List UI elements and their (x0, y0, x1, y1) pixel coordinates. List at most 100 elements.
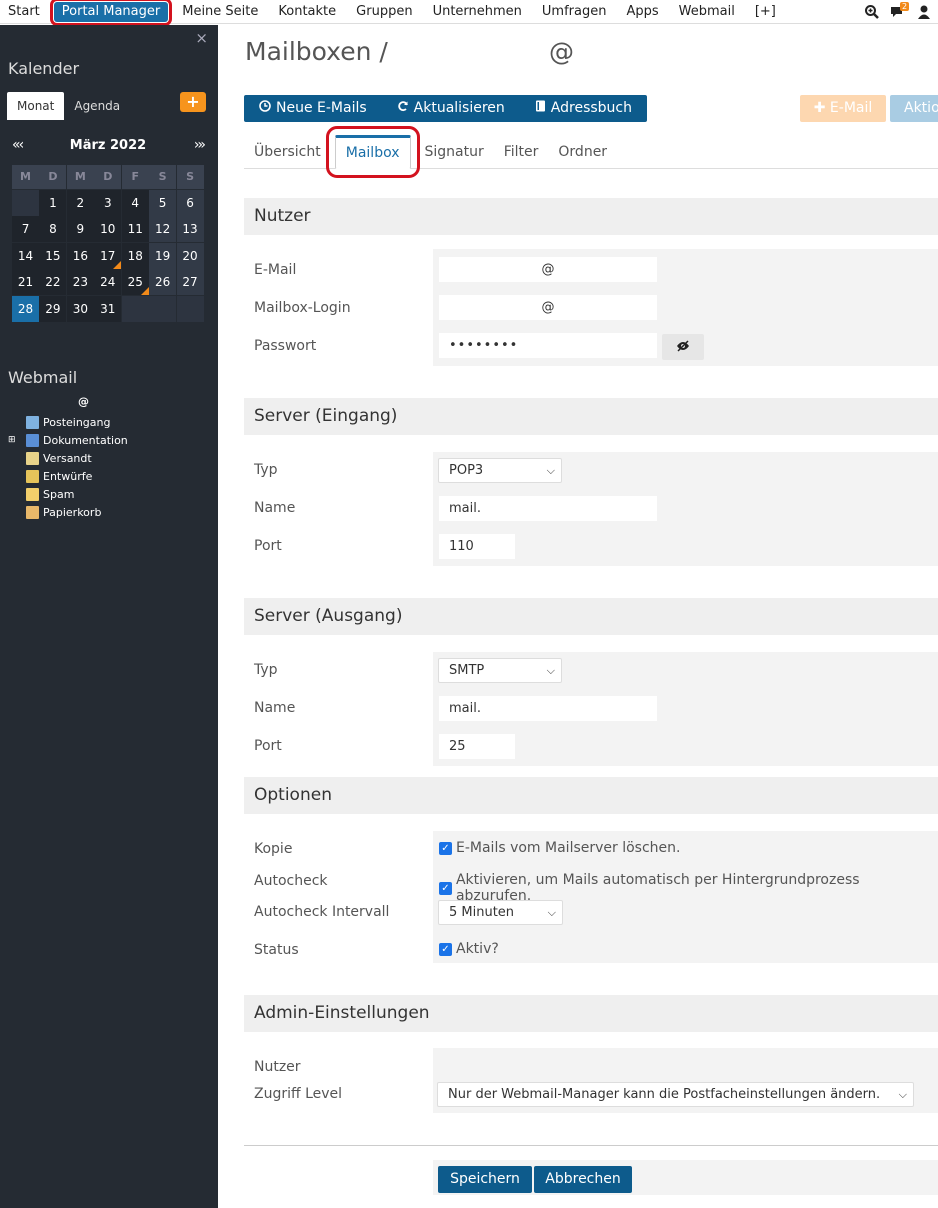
webmail-folder[interactable]: Papierkorb (8, 503, 128, 521)
copy-checkbox[interactable]: ✓ E-Mails vom Mailserver löschen. (439, 840, 680, 856)
address-book-button[interactable]: Adressbuch (520, 95, 647, 122)
calendar-day[interactable]: 14 (12, 242, 40, 269)
calendar-day[interactable]: 22 (39, 269, 67, 295)
calendar-day[interactable]: 16 (66, 242, 94, 269)
calendar-day[interactable]: 12 (149, 216, 177, 242)
tab-agenda[interactable]: Agenda (64, 92, 130, 120)
nav-start[interactable]: Start (0, 0, 50, 24)
calendar-day[interactable]: 8 (39, 216, 67, 242)
tab-mailbox[interactable]: Mailbox (325, 126, 420, 178)
calendar-day[interactable]: 9 (66, 216, 94, 242)
calendar-day[interactable]: 23 (66, 269, 94, 295)
calendar-day[interactable]: 31 (94, 295, 122, 322)
checkbox-checked-icon: ✓ (439, 942, 452, 956)
actions-button[interactable]: Aktion (890, 95, 938, 122)
email-field[interactable]: @ (439, 257, 657, 282)
tab-ordner[interactable]: Ordner (548, 135, 617, 169)
calendar-day[interactable]: 29 (39, 295, 67, 322)
access-level-select[interactable]: Nur der Webmail-Manager kann die Postfac… (437, 1082, 914, 1107)
webmail-folder[interactable]: ⊞ Dokumentation (8, 431, 128, 449)
access-level-label: Zugriff Level (254, 1086, 343, 1102)
new-mails-button[interactable]: Neue E-Mails (244, 95, 382, 122)
prev-month-button[interactable]: «‹ (12, 137, 24, 153)
tab-monat[interactable]: Monat (7, 92, 65, 120)
calendar-header: «‹ März 2022 ›» (12, 133, 206, 157)
calendar-day[interactable]: 24 (94, 269, 122, 295)
calendar-day[interactable]: 6 (176, 189, 204, 216)
status-checkbox-text: Aktiv? (456, 941, 499, 957)
calendar-day[interactable]: 4 (121, 189, 149, 216)
copy-checkbox-text: E-Mails vom Mailserver löschen. (456, 840, 681, 856)
status-checkbox[interactable]: ✓ Aktiv? (439, 941, 499, 957)
calendar-day[interactable]: 18 (121, 242, 149, 269)
calendar-weekday: M (12, 165, 40, 189)
outgoing-port-field[interactable]: 25 (439, 734, 515, 759)
add-event-button[interactable]: + (180, 92, 206, 112)
calendar-day[interactable]: 3 (94, 189, 122, 216)
user-icon[interactable] (916, 4, 932, 20)
nav-webmail[interactable]: Webmail (669, 0, 745, 24)
outgoing-name-field[interactable]: mail. (439, 696, 657, 721)
webmail-folder[interactable]: Posteingang (8, 413, 128, 431)
calendar-day[interactable]: 30 (66, 295, 94, 322)
calendar-day[interactable]: 19 (149, 242, 177, 269)
calendar-day[interactable]: 17 (94, 242, 122, 269)
calendar-day[interactable]: 1 (39, 189, 67, 216)
incoming-name-field[interactable]: mail. (439, 496, 657, 521)
calendar-day[interactable]: 5 (149, 189, 177, 216)
calendar-day[interactable]: 10 (94, 216, 122, 242)
nav-apps[interactable]: Apps (616, 0, 668, 24)
webmail-folder[interactable]: Versandt (8, 449, 128, 467)
autocheck-interval-value: 5 Minuten (449, 905, 515, 920)
calendar-month: März 2022 (69, 137, 147, 153)
search-icon[interactable] (864, 4, 880, 20)
calendar-day[interactable]: 20 (176, 242, 204, 269)
refresh-button[interactable]: Aktualisieren (382, 95, 520, 122)
nav-portal-manager[interactable]: Portal Manager (49, 0, 173, 26)
calendar-day[interactable]: 25 (121, 269, 149, 295)
tab-filter[interactable]: Filter (494, 135, 549, 169)
calendar-day[interactable]: 27 (176, 269, 204, 295)
autocheck-interval-select[interactable]: 5 Minuten ⌵ (438, 900, 563, 925)
nav-unternehmen[interactable]: Unternehmen (423, 0, 532, 24)
chevron-down-icon: ⌵ (546, 664, 555, 677)
calendar-week-row: 123456 (12, 189, 204, 217)
next-month-button[interactable]: ›» (194, 137, 206, 153)
nav-kontakte[interactable]: Kontakte (268, 0, 346, 24)
cancel-button[interactable]: Abbrechen (534, 1166, 632, 1193)
calendar-day[interactable]: 26 (149, 269, 177, 295)
mailbox-login-field[interactable]: @ (439, 295, 657, 320)
webmail-account[interactable]: @ (78, 395, 89, 408)
calendar-day[interactable]: 2 (66, 189, 94, 216)
autocheck-interval-label: Autocheck Intervall (254, 904, 390, 920)
chat-badge: 2 (900, 2, 910, 11)
incoming-port-field[interactable]: 110 (439, 534, 515, 559)
calendar-day[interactable]: 15 (39, 242, 67, 269)
book-icon (535, 95, 546, 122)
outgoing-type-select[interactable]: SMTP ⌵ (438, 658, 562, 683)
calendar-title: Kalender (8, 59, 80, 78)
nav-umfragen[interactable]: Umfragen (532, 0, 617, 24)
new-mails-label: Neue E-Mails (276, 100, 367, 116)
incoming-type-select[interactable]: POP3 ⌵ (438, 458, 562, 483)
calendar-day[interactable]: 11 (121, 216, 149, 242)
nav-more[interactable]: [+] (745, 0, 786, 24)
new-email-button[interactable]: ✚ E-Mail (800, 95, 886, 122)
nav-meine-seite[interactable]: Meine Seite (172, 0, 268, 24)
close-icon[interactable]: × (195, 29, 208, 47)
tab-signatur[interactable]: Signatur (415, 135, 494, 169)
password-field[interactable]: •••••••• (439, 333, 657, 358)
calendar-day[interactable]: 28 (12, 295, 40, 322)
save-button[interactable]: Speichern (438, 1166, 532, 1193)
chat-icon[interactable]: 2 (890, 2, 910, 20)
tab-uebersicht[interactable]: Übersicht (244, 135, 331, 169)
mailbox-tabs: Übersicht Mailbox Signatur Filter Ordner (244, 126, 938, 178)
nav-gruppen[interactable]: Gruppen (346, 0, 422, 24)
calendar-day[interactable]: 13 (176, 216, 204, 242)
webmail-folder[interactable]: Entwürfe (8, 467, 128, 485)
calendar-day[interactable]: 7 (12, 216, 40, 242)
webmail-folder[interactable]: Spam (8, 485, 128, 503)
show-password-button[interactable] (662, 334, 704, 360)
expand-icon[interactable]: ⊞ (8, 435, 18, 445)
calendar-day[interactable]: 21 (12, 269, 40, 295)
